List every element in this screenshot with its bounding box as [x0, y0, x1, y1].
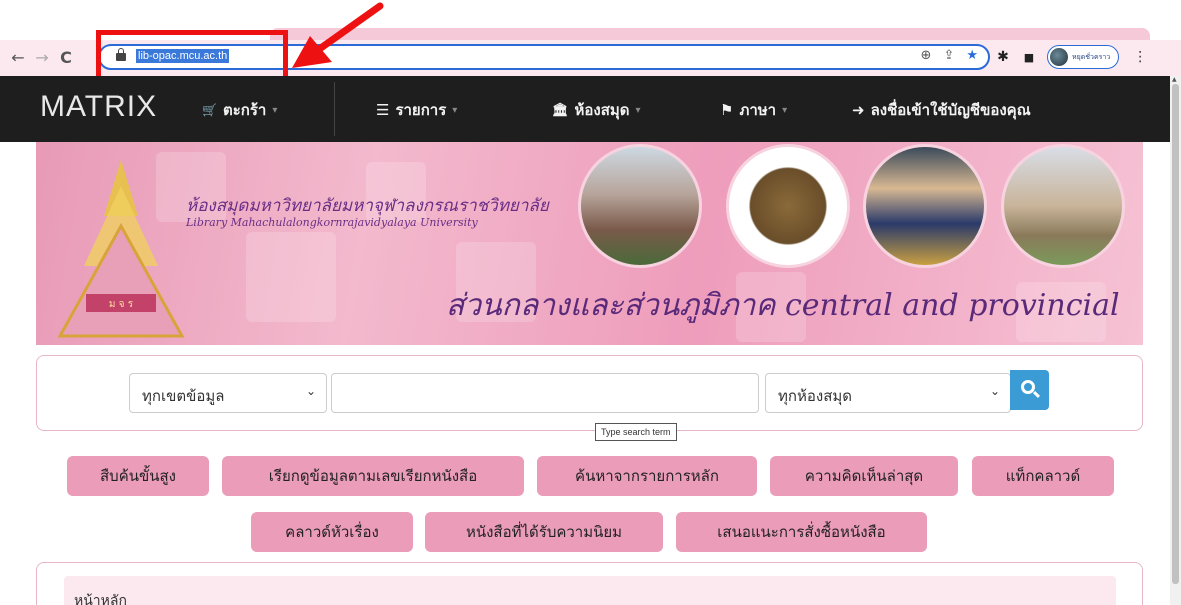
search-icon-handle [1032, 390, 1041, 399]
nav-divider [334, 82, 335, 136]
book-photo [726, 144, 850, 268]
banner-title-thai: ห้องสมุดมหาวิทยาลัยมหาจุฬาลงกรณราชวิทยาล… [186, 196, 549, 216]
search-tooltip: Type search term [595, 423, 677, 441]
cart-icon: 🛒 [202, 103, 217, 117]
active-tab[interactable] [270, 28, 1150, 40]
profile-button[interactable]: หยุดชั่วคราว [1047, 45, 1120, 69]
nav-cart-label: ตะกร้า [222, 101, 267, 119]
breadcrumb: หน้าหลัก [64, 576, 1116, 605]
nav-library[interactable]: 🏛 ห้องสมุด ▾ [552, 98, 641, 122]
king-portrait-photo [863, 144, 987, 268]
reload-icon[interactable]: C [56, 48, 76, 67]
subject-cloud-button[interactable]: คลาวด์หัวเรื่อง [251, 512, 413, 552]
side-panel-icon[interactable]: ■ [1021, 51, 1037, 64]
scrollbar-thumb[interactable] [1172, 84, 1179, 584]
nav-login[interactable]: ➜ ลงชื่อเข้าใช้บัญชีของคุณ [852, 98, 1031, 122]
search-scope-select[interactable]: ทุกเขตข้อมูล ⌄ [129, 373, 327, 413]
search-scope-value: ทุกเขตข้อมูล [142, 387, 225, 405]
nav-language-label: ภาษา [739, 101, 777, 119]
scroll-up-icon[interactable]: ▲ [1172, 76, 1177, 83]
building-photo [578, 144, 702, 268]
page: ← → C lib-opac.mcu.ac.th ⊕ ⇪ ★ ✱ ■ หยุดช… [0, 0, 1181, 605]
suggest-purchase-button[interactable]: เสนอแนะการสั่งซื้อหนังสือ [676, 512, 927, 552]
avatar [1050, 48, 1068, 66]
chevron-down-icon: ⌄ [305, 384, 316, 398]
profile-name: หยุดชั่วคราว [1072, 52, 1111, 61]
page-scrollbar[interactable]: ▲ [1170, 76, 1181, 605]
nav-library-label: ห้องสมุด [574, 101, 630, 119]
emblem-text: ม จ ร [109, 299, 134, 310]
nav-language[interactable]: ⚑ ภาษา ▾ [720, 98, 787, 122]
authority-search-button[interactable]: ค้นหาจากรายการหลัก [537, 456, 757, 496]
login-icon: ➜ [852, 101, 865, 119]
advanced-search-button[interactable]: สืบค้นขั้นสูง [67, 456, 209, 496]
extensions-puzzle-icon[interactable]: ✱ [995, 49, 1011, 65]
chevron-down-icon: ▾ [452, 104, 458, 116]
university-emblem-icon: ม จ ร [57, 160, 185, 338]
chevron-down-icon: ⌄ [989, 384, 1000, 398]
library-banner: ม จ ร ห้องสมุดมหาวิทยาลัยมหาจุฬาลงกรณราช… [36, 142, 1143, 345]
toolbar-right: ✱ ■ หยุดชั่วคราว ⋮ [995, 45, 1147, 69]
zoom-icon[interactable]: ⊕ [921, 48, 932, 63]
tag-cloud-button[interactable]: แท็กคลาวด์ [972, 456, 1114, 496]
browser-menu-icon[interactable]: ⋮ [1133, 49, 1147, 65]
list-icon: ☰ [376, 101, 390, 119]
temple-photo [1001, 144, 1125, 268]
search-panel: ทุกเขตข้อมูล ⌄ ทุกห้องสมุด ⌄ [36, 355, 1143, 431]
nav-lists-label: รายการ [395, 101, 447, 119]
chevron-down-icon: ▾ [635, 104, 641, 116]
search-button[interactable] [1010, 370, 1049, 410]
popular-books-button[interactable]: หนังสือที่ได้รับความนิยม [425, 512, 663, 552]
browse-callnumber-button[interactable]: เรียกดูข้อมูลตามเลขเรียกหนังสือ [222, 456, 524, 496]
recent-comments-button[interactable]: ความคิดเห็นล่าสุด [770, 456, 958, 496]
chevron-down-icon: ▾ [272, 104, 278, 116]
omnibox-actions: ⊕ ⇪ ★ [921, 48, 978, 63]
annotation-arrow-icon [292, 2, 384, 68]
breadcrumb-panel: หน้าหลัก [36, 562, 1143, 605]
brand-logo[interactable]: MATRIX [40, 90, 157, 124]
bookmark-star-icon[interactable]: ★ [966, 48, 978, 63]
share-icon[interactable]: ⇪ [943, 48, 954, 63]
site-navbar: MATRIX 🛒 ตะกร้า ▾ ☰ รายการ ▾ 🏛 ห้องสมุด … [0, 76, 1170, 142]
banner-tagline: ส่วนกลางและส่วนภูมิภาค central and provi… [446, 288, 1120, 323]
nav-login-label: ลงชื่อเข้าใช้บัญชีของคุณ [870, 101, 1031, 119]
breadcrumb-home[interactable]: หน้าหลัก [74, 590, 127, 605]
back-arrow-icon[interactable]: ← [8, 48, 28, 67]
library-select[interactable]: ทุกห้องสมุด ⌄ [765, 373, 1011, 413]
chevron-down-icon: ▾ [782, 104, 788, 116]
nav-lists[interactable]: ☰ รายการ ▾ [376, 98, 457, 122]
banner-title-english: Library Mahachulalongkornrajavidyalaya U… [186, 216, 478, 229]
nav-cart[interactable]: 🛒 ตะกร้า ▾ [202, 98, 277, 122]
library-select-value: ทุกห้องสมุด [778, 387, 852, 405]
search-input[interactable] [331, 373, 759, 413]
flag-icon: ⚑ [720, 101, 734, 119]
forward-arrow-icon[interactable]: → [32, 48, 52, 67]
library-icon: 🏛 [552, 102, 569, 118]
